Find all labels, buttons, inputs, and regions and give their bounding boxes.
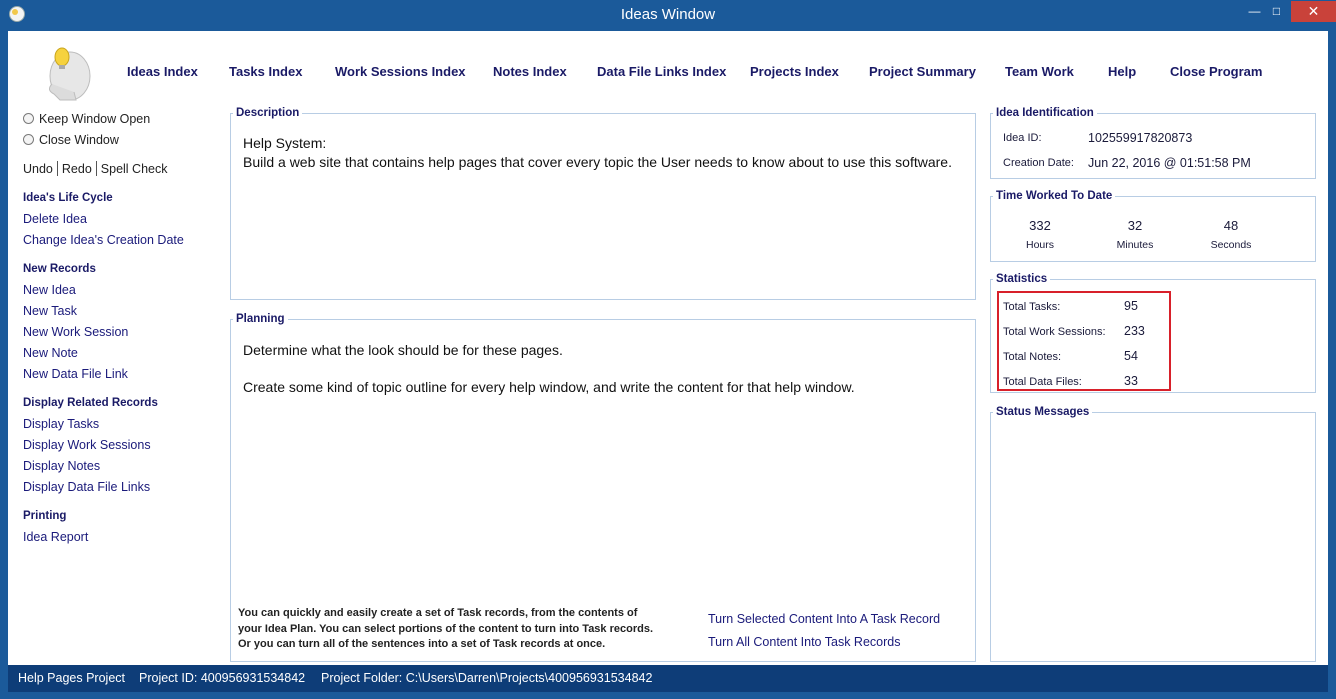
status-project-folder: Project Folder: C:\Users\Darren\Projects… — [321, 671, 653, 685]
maximize-icon[interactable]: □ — [1263, 1, 1290, 22]
idea-id-value: 102559917820873 — [1088, 131, 1193, 145]
nav-display-tasks[interactable]: Display Tasks — [23, 417, 99, 431]
idea-id-label: Idea ID: — [1003, 132, 1042, 144]
statistics-title: Statistics — [993, 273, 1051, 285]
convert-hint-line: your Idea Plan. You can select portions … — [238, 622, 654, 635]
status-bar: Help Pages Project Project ID: 400956931… — [8, 665, 1328, 692]
idea-identification-title: Idea Identification — [993, 107, 1097, 119]
convert-all-link[interactable]: Turn All Content Into Task Records — [708, 635, 900, 649]
idea-head-logo-icon — [48, 47, 91, 101]
radio-icon[interactable] — [23, 113, 34, 124]
status-project-id: Project ID: 400956931534842 — [139, 671, 306, 685]
status-project-name: Help Pages Project — [18, 671, 126, 685]
convert-hint: You can quickly and easily create a set … — [238, 606, 653, 653]
nav-new-idea[interactable]: New Idea — [23, 283, 76, 297]
hours-value: 332 — [1029, 218, 1051, 233]
redo-link[interactable]: Redo — [62, 162, 92, 176]
close-window-label: Close Window — [39, 133, 119, 147]
separator — [95, 161, 97, 176]
convert-hint-line: Or you can turn all of the sentences int… — [238, 638, 606, 650]
planning-line-2: Create some kind of topic outline for ev… — [243, 379, 855, 395]
creation-date-label: Creation Date: — [1003, 157, 1074, 169]
nav-idea-report[interactable]: Idea Report — [23, 530, 88, 544]
nav-display-data-file-links[interactable]: Display Data File Links — [23, 480, 150, 494]
description-line-2: Build a web site that contains help page… — [243, 154, 952, 170]
separator — [56, 161, 58, 176]
minutes-label: Minutes — [1116, 239, 1154, 251]
keep-window-open-radio[interactable]: Keep Window Open — [23, 112, 150, 130]
menu-notes-index[interactable]: Notes Index — [493, 64, 567, 79]
minutes-value: 32 — [1127, 218, 1143, 233]
nav-change-creation-date[interactable]: Change Idea's Creation Date — [23, 233, 184, 247]
convert-selected-link[interactable]: Turn Selected Content Into A Task Record — [708, 612, 940, 626]
spell-check-link[interactable]: Spell Check — [101, 162, 168, 176]
nav-new-note[interactable]: New Note — [23, 346, 78, 360]
undo-link[interactable]: Undo — [23, 162, 53, 176]
window-title: Ideas Window — [620, 6, 716, 23]
menu-data-file-links-index[interactable]: Data File Links Index — [597, 64, 726, 79]
description-line-1: Help System: — [243, 135, 327, 151]
statistics-highlight-box — [997, 291, 1171, 391]
nav-display-notes[interactable]: Display Notes — [23, 459, 100, 473]
menu-team-work[interactable]: Team Work — [1005, 64, 1074, 79]
nav-delete-idea[interactable]: Delete Idea — [23, 212, 87, 226]
planning-title: Planning — [233, 313, 288, 325]
section-heading-printing: Printing — [23, 510, 67, 522]
menu-tasks-index[interactable]: Tasks Index — [229, 64, 302, 79]
time-worked-box: 332 Hours 32 Minutes 48 Seconds — [990, 196, 1316, 262]
section-heading-display-related: Display Related Records — [23, 397, 158, 409]
menu-projects-index[interactable]: Projects Index — [750, 64, 839, 79]
planning-box[interactable]: Determine what the look should be for th… — [230, 319, 976, 662]
nav-new-data-file-link[interactable]: New Data File Link — [23, 367, 128, 381]
nav-new-work-session[interactable]: New Work Session — [23, 325, 128, 339]
keep-window-open-label: Keep Window Open — [39, 112, 151, 126]
nav-display-work-sessions[interactable]: Display Work Sessions — [23, 438, 151, 452]
time-worked-title: Time Worked To Date — [993, 190, 1116, 202]
seconds-value: 48 — [1223, 218, 1239, 233]
status-messages-box — [990, 412, 1316, 662]
radio-icon[interactable] — [23, 134, 34, 145]
convert-hint-line: You can quickly and easily create a set … — [238, 607, 638, 619]
title-bar: Ideas Window — □ ✕ — [0, 0, 1336, 31]
creation-date-value: Jun 22, 2016 @ 01:51:58 PM — [1088, 156, 1251, 170]
section-heading-life-cycle: Idea's Life Cycle — [23, 192, 113, 204]
description-box[interactable]: Help System: Build a web site that conta… — [230, 113, 976, 300]
nav-new-task[interactable]: New Task — [23, 304, 77, 318]
close-window-radio[interactable]: Close Window — [23, 133, 119, 151]
planning-line-1: Determine what the look should be for th… — [243, 342, 563, 358]
hours-label: Hours — [1025, 239, 1054, 251]
edit-row: Undo Redo Spell Check — [23, 161, 167, 176]
menu-close-program[interactable]: Close Program — [1170, 64, 1262, 79]
section-heading-new-records: New Records — [23, 263, 96, 275]
menu-help[interactable]: Help — [1108, 64, 1136, 79]
close-icon[interactable]: ✕ — [1291, 1, 1336, 22]
menu-project-summary[interactable]: Project Summary — [869, 64, 976, 79]
status-messages-title: Status Messages — [993, 406, 1093, 418]
menu-ideas-index[interactable]: Ideas Index — [127, 64, 198, 79]
menu-work-sessions-index[interactable]: Work Sessions Index — [335, 64, 466, 79]
description-title: Description — [233, 107, 303, 119]
seconds-label: Seconds — [1210, 239, 1252, 251]
idea-identification-box: Idea ID: 102559917820873 Creation Date: … — [990, 113, 1316, 179]
